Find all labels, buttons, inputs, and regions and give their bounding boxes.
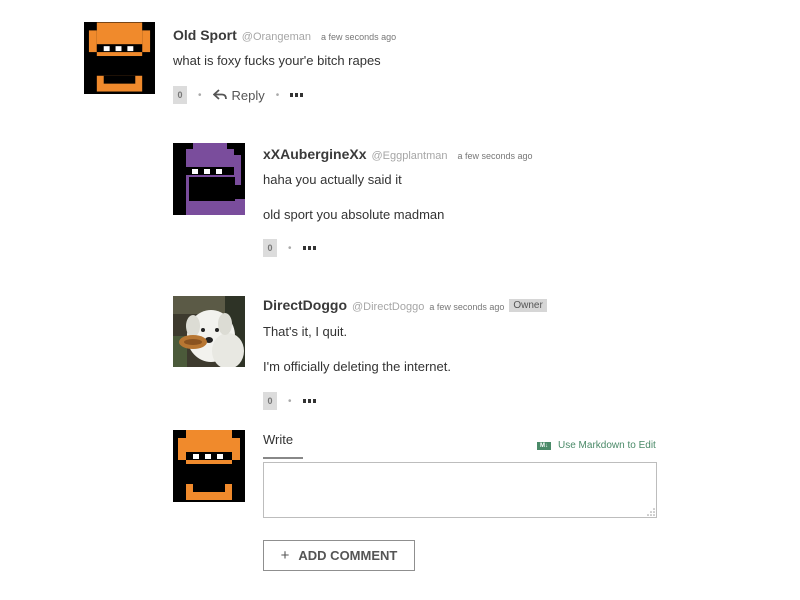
comment-body: what is foxy fucks your'e bitch rapes [173,53,381,68]
reply-arrow-icon [212,89,227,100]
timestamp[interactable]: a few seconds ago [457,151,532,161]
comment-header: DirectDoggo @DirectDoggo a few seconds a… [263,297,547,313]
orange-pixel-character-icon [84,22,155,94]
comment-actions: 0 • Reply • [173,86,304,104]
owner-badge: Owner [509,298,547,312]
timestamp[interactable]: a few seconds ago [429,302,504,312]
separator-dot: • [288,242,292,254]
add-comment-button[interactable]: + ADD COMMENT [263,540,415,571]
separator-dot: • [288,395,292,407]
vote-count[interactable]: 0 [263,392,277,410]
resize-grip-icon[interactable] [647,508,655,516]
avatar-old-sport[interactable] [84,22,155,94]
vote-count[interactable]: 0 [173,86,187,104]
avatar-aubergine[interactable] [173,143,245,215]
reply-label: Reply [231,87,265,103]
reply-button[interactable]: Reply [212,87,265,103]
separator-dot: • [198,89,202,101]
comment-body: I'm officially deleting the internet. [263,359,451,374]
more-options-icon[interactable] [302,246,316,250]
markdown-help-link[interactable]: M↓ Use Markdown to Edit [537,440,656,451]
markdown-hint-label: Use Markdown to Edit [558,440,656,451]
comment-textarea[interactable] [263,462,657,518]
more-options-icon[interactable] [302,399,316,403]
vote-count[interactable]: 0 [263,239,277,257]
dog-photo-icon [173,296,245,367]
write-tab[interactable]: Write [263,432,303,459]
author-handle[interactable]: @DirectDoggo [352,301,424,313]
plus-icon: + [280,547,290,564]
author-handle[interactable]: @Eggplantman [371,150,447,162]
add-comment-label: ADD COMMENT [298,548,398,563]
comment-header: xXAubergineXx @Eggplantman a few seconds… [263,146,533,162]
comment-header: Old Sport @Orangeman a few seconds ago [173,27,396,43]
author-name[interactable]: Old Sport [173,27,237,43]
separator-dot: • [275,89,280,101]
author-name[interactable]: DirectDoggo [263,297,347,313]
purple-pixel-character-icon [173,143,245,215]
comment-actions: 0 • [263,239,316,257]
author-handle[interactable]: @Orangeman [242,31,311,43]
orange-pixel-character-icon [173,430,245,502]
comment-body: That's it, I quit. [263,324,348,339]
comment-body: haha you actually said it [263,172,402,187]
composer-avatar [173,430,245,502]
avatar-directdoggo[interactable] [173,296,245,367]
timestamp[interactable]: a few seconds ago [321,32,396,42]
more-options-icon[interactable] [290,93,304,97]
comment-actions: 0 • [263,392,316,410]
comment-body: old sport you absolute madman [263,207,445,222]
markdown-icon: M↓ [537,441,551,450]
author-name[interactable]: xXAubergineXx [263,146,366,162]
